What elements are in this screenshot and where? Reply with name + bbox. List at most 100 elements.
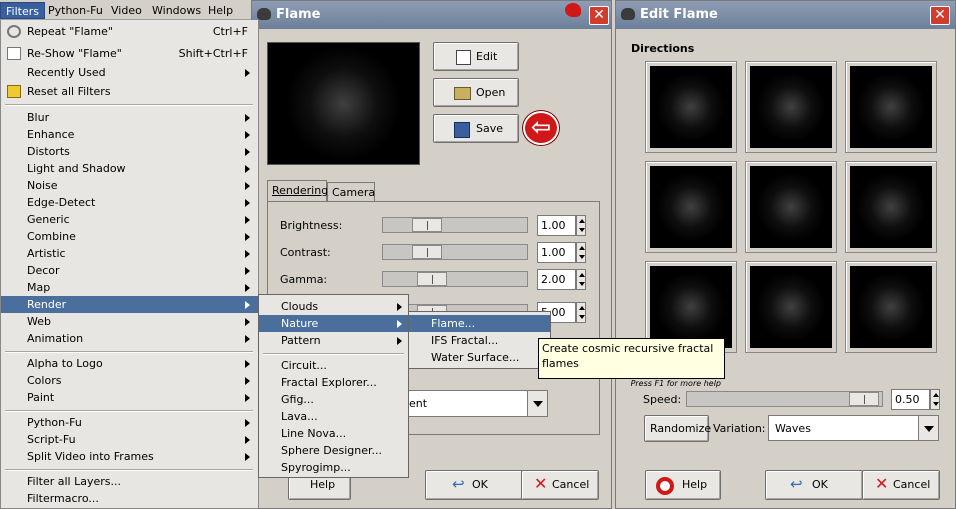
tab-camera[interactable]: Camera bbox=[327, 182, 375, 202]
menu-item-split-video[interactable]: Split Video into Frames bbox=[1, 448, 258, 465]
repeat-flame-item[interactable]: Repeat "Flame" Ctrl+F bbox=[1, 23, 258, 40]
close-icon[interactable]: ✕ bbox=[589, 6, 609, 25]
menu-item-distorts[interactable]: Distorts bbox=[1, 143, 258, 160]
menu-item-artistic[interactable]: Artistic bbox=[1, 245, 258, 262]
menu-item-generic[interactable]: Generic bbox=[1, 211, 258, 228]
gamma-slider[interactable] bbox=[382, 271, 528, 287]
speed-input[interactable]: 0.50 bbox=[891, 389, 930, 410]
menu-item-light-and-shadow[interactable]: Light and Shadow bbox=[1, 160, 258, 177]
menu-filters[interactable]: Filters bbox=[0, 2, 45, 19]
contrast-label: Contrast: bbox=[280, 246, 331, 259]
slider-thumb[interactable] bbox=[849, 392, 879, 406]
direction-thumb[interactable] bbox=[845, 261, 937, 353]
save-button[interactable]: Save bbox=[433, 114, 519, 143]
submenu-item-circuit[interactable]: Circuit... bbox=[259, 357, 408, 374]
submenu-item-line-nova[interactable]: Line Nova... bbox=[259, 425, 408, 442]
cancel-button[interactable]: ✕ Cancel bbox=[521, 470, 599, 500]
open-button[interactable]: Open bbox=[433, 78, 519, 107]
menu-item-web[interactable]: Web bbox=[1, 313, 258, 330]
direction-thumb[interactable] bbox=[645, 61, 737, 153]
reset-all-filters-item[interactable]: Reset all Filters bbox=[1, 83, 258, 100]
direction-thumb[interactable] bbox=[845, 61, 937, 153]
chevron-right-icon bbox=[245, 301, 250, 309]
chevron-down-icon[interactable] bbox=[527, 391, 547, 416]
randomize-button[interactable]: Randomize bbox=[644, 415, 711, 442]
speed-label: Speed: bbox=[643, 393, 682, 406]
slider-thumb[interactable] bbox=[412, 218, 442, 232]
menu-item-render[interactable]: Render bbox=[1, 296, 258, 313]
menu-item-paint[interactable]: Paint bbox=[1, 389, 258, 406]
chevron-right-icon bbox=[397, 337, 402, 345]
chevron-right-icon bbox=[397, 303, 402, 311]
menu-video[interactable]: Video bbox=[106, 2, 147, 19]
submenu-item-clouds[interactable]: Clouds bbox=[259, 298, 408, 315]
tab-rendering[interactable]: Rendering bbox=[267, 180, 328, 202]
chevron-down-icon[interactable] bbox=[918, 416, 938, 440]
chevron-right-icon bbox=[245, 69, 250, 77]
ok-button[interactable]: ↩ OK bbox=[425, 470, 523, 500]
help-button[interactable]: Help bbox=[645, 470, 721, 500]
menu-item-filtermacro[interactable]: Filtermacro... bbox=[1, 490, 258, 507]
contrast-slider[interactable] bbox=[382, 244, 528, 260]
submenu-item-spyrogimp[interactable]: Spyrogimp... bbox=[259, 459, 408, 476]
speed-spinner[interactable] bbox=[930, 389, 940, 410]
brightness-input[interactable]: 1.00 bbox=[537, 215, 576, 236]
submenu-item-sphere-designer[interactable]: Sphere Designer... bbox=[259, 442, 408, 459]
direction-thumb[interactable] bbox=[845, 161, 937, 253]
submenu-item-ifs-fractal[interactable]: IFS Fractal... bbox=[409, 332, 550, 349]
param-spinner[interactable] bbox=[576, 302, 586, 323]
floppy-icon bbox=[454, 122, 470, 138]
menu-item-colors[interactable]: Colors bbox=[1, 372, 258, 389]
direction-thumb[interactable] bbox=[745, 161, 837, 253]
menu-help[interactable]: Help bbox=[203, 2, 238, 19]
submenu-item-lava[interactable]: Lava... bbox=[259, 408, 408, 425]
brightness-spinner[interactable] bbox=[576, 215, 586, 236]
menu-item-edge-detect[interactable]: Edge-Detect bbox=[1, 194, 258, 211]
menu-item-python-fu[interactable]: Python-Fu bbox=[1, 414, 258, 431]
direction-thumb[interactable] bbox=[645, 161, 737, 253]
direction-thumb[interactable] bbox=[745, 61, 837, 153]
reshow-flame-item[interactable]: Re-Show "Flame" Shift+Ctrl+F bbox=[1, 45, 258, 62]
submenu-item-water-surface[interactable]: Water Surface... bbox=[409, 349, 550, 366]
menu-item-animation[interactable]: Animation bbox=[1, 330, 258, 347]
slider-thumb[interactable] bbox=[412, 245, 442, 259]
gradient-combo[interactable]: dient bbox=[392, 390, 548, 417]
variation-combo[interactable]: Waves bbox=[768, 415, 939, 441]
contrast-input[interactable]: 1.00 bbox=[537, 242, 576, 263]
slider-thumb[interactable] bbox=[417, 272, 447, 286]
gamma-spinner[interactable] bbox=[576, 269, 586, 290]
menu-item-alpha-to-logo[interactable]: Alpha to Logo bbox=[1, 355, 258, 372]
flame-preview bbox=[267, 42, 420, 165]
menu-item-noise[interactable]: Noise bbox=[1, 177, 258, 194]
menu-item-filter-all-layers[interactable]: Filter all Layers... bbox=[1, 473, 258, 490]
recently-used-item[interactable]: Recently Used bbox=[1, 64, 258, 81]
brightness-slider[interactable] bbox=[382, 217, 528, 233]
submenu-item-flame[interactable]: Flame... bbox=[409, 315, 550, 332]
menu-python-fu[interactable]: Python-Fu bbox=[43, 2, 108, 19]
menu-item-script-fu[interactable]: Script-Fu bbox=[1, 431, 258, 448]
chevron-right-icon bbox=[245, 318, 250, 326]
submenu-item-nature[interactable]: Nature bbox=[259, 315, 408, 332]
submenu-item-gfig[interactable]: Gfig... bbox=[259, 391, 408, 408]
menu-item-map[interactable]: Map bbox=[1, 279, 258, 296]
menu-item-combine[interactable]: Combine bbox=[1, 228, 258, 245]
menu-windows[interactable]: Windows bbox=[147, 2, 206, 19]
gamma-input[interactable]: 2.00 bbox=[537, 269, 576, 290]
menu-item-decor[interactable]: Decor bbox=[1, 262, 258, 279]
contrast-spinner[interactable] bbox=[576, 242, 586, 263]
gimp-icon bbox=[621, 8, 635, 20]
direction-thumb[interactable] bbox=[745, 261, 837, 353]
ok-button[interactable]: ↩ OK bbox=[765, 470, 863, 500]
submenu-item-pattern[interactable]: Pattern bbox=[259, 332, 408, 349]
edit-button[interactable]: Edit bbox=[433, 42, 519, 71]
chevron-right-icon bbox=[245, 148, 250, 156]
close-icon[interactable]: ✕ bbox=[930, 6, 950, 25]
menu-item-blur[interactable]: Blur bbox=[1, 109, 258, 126]
speed-slider[interactable] bbox=[686, 391, 883, 407]
submenu-item-fractal-explorer[interactable]: Fractal Explorer... bbox=[259, 374, 408, 391]
cancel-button[interactable]: ✕ Cancel bbox=[862, 470, 940, 500]
red-arrow-icon: ⇦ bbox=[523, 111, 559, 145]
menu-item-enhance[interactable]: Enhance bbox=[1, 126, 258, 143]
edit-icon bbox=[456, 50, 471, 65]
chevron-right-icon bbox=[245, 284, 250, 292]
